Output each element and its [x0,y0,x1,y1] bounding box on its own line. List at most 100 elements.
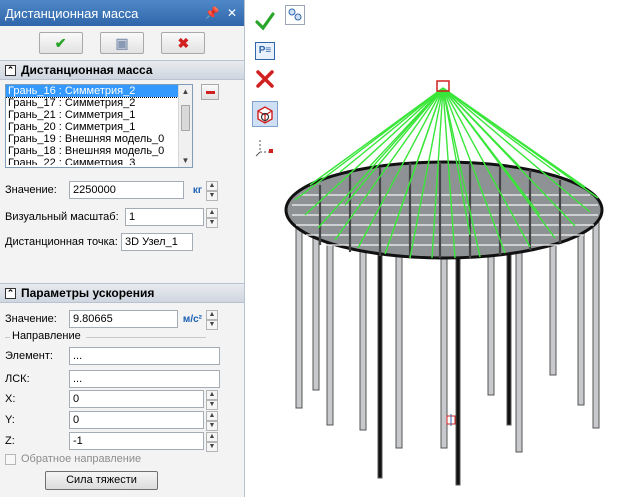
scroll-up-icon[interactable]: ▲ [179,85,192,98]
scroll-down-icon[interactable]: ▼ [179,154,192,167]
face-list[interactable]: Грань_16 : Симметрия_2 Грань_17 : Симмет… [5,84,193,168]
preview-icon: ▣ [115,34,129,51]
element-input[interactable]: ... [69,347,220,365]
mass-unit: кг [192,184,202,196]
x-row: X: 0 ▲ ▼ [5,390,218,410]
node-marker-icon [446,414,456,426]
reverse-row: Обратное направление [5,453,141,465]
apply-tool-button[interactable] [252,8,278,34]
vertical-toolbar: P≡ [250,0,281,170]
pin-icon[interactable]: 📌 [204,6,220,20]
panel-title: Дистанционная масса [5,5,139,21]
scale-spinner[interactable]: ▲ ▼ [206,208,218,228]
y-row: Y: 0 ▲ ▼ [5,411,218,431]
x-input[interactable]: 0 [69,390,204,408]
y-label: Y: [5,414,15,426]
spin-down-icon[interactable]: ▼ [206,400,218,410]
check-icon: ✔ [54,34,67,51]
accel-value-row: Значение: 9.80665 м/с² ▲ ▼ [5,310,218,330]
spin-down-icon[interactable]: ▼ [206,191,218,201]
mass-spinner[interactable]: ▲ ▼ [206,181,218,201]
close-icon[interactable]: ✕ [224,6,240,20]
direction-group-label: Направление [12,330,81,342]
y-spinner[interactable]: ▲ ▼ [206,411,218,431]
accel-spinner[interactable]: ▲ ▼ [206,310,218,330]
list-scrollbar[interactable]: ▲ ▼ [178,85,192,167]
z-input[interactable]: -1 [69,432,204,450]
report-tool-button[interactable]: P≡ [252,38,278,64]
list-item[interactable]: Грань_17 : Симметрия_2 [6,97,192,109]
select-cube-button[interactable] [252,101,278,127]
cube-icon [257,106,273,124]
minus-icon [205,90,215,94]
element-label: Элемент: [5,350,53,362]
scroll-thumb[interactable] [181,105,190,131]
panel-titlebar: Дистанционная масса 📌 ✕ [0,0,244,26]
list-item[interactable]: Грань_18 : Внешняя модель_0 [6,145,192,157]
axes-icon [255,140,273,157]
cancel-button[interactable]: ✖ [161,32,206,54]
list-item[interactable]: Грань_16 : Симметрия_2 [6,85,192,98]
spin-down-icon[interactable]: ▼ [206,320,218,330]
section-acceleration[interactable]: ⌃ Параметры ускорения [0,283,244,303]
lsk-row: ЛСК: ... [5,370,220,388]
section-title: Параметры ускорения [21,286,155,300]
group-divider [5,337,10,338]
remote-point-label: Дистанционная точка: [5,236,118,248]
mass-value-row: Значение: 2250000 кг ▲ ▼ [5,181,218,201]
x-spinner[interactable]: ▲ ▼ [206,390,218,410]
remote-point-row: Дистанционная точка: 3D Узел_1 [5,233,193,251]
spin-up-icon[interactable]: ▲ [206,310,218,320]
ok-button[interactable]: ✔ [38,32,83,54]
cancel-tool-button[interactable] [252,66,278,92]
remote-point-input[interactable]: 3D Узел_1 [121,233,193,251]
z-row: Z: -1 ▲ ▼ [5,432,218,452]
accel-value-label: Значение: [5,313,57,325]
spin-up-icon[interactable]: ▲ [206,432,218,442]
x-icon [256,70,274,88]
scale-label: Визуальный масштаб: [5,211,119,223]
x-icon: ✖ [177,34,190,51]
element-row: Элемент: ... [5,347,220,365]
spin-up-icon[interactable]: ▲ [206,181,218,191]
mass-value-label: Значение: [5,184,57,196]
gravity-button[interactable]: Сила тяжести [45,471,158,490]
app-root: Дистанционная масса 📌 ✕ ✔ ▣ ✖ ⌃ Дистанци… [0,0,619,497]
scale-input[interactable]: 1 [125,208,204,226]
remove-face-button[interactable] [201,84,219,100]
z-label: Z: [5,435,15,447]
list-item[interactable]: Грань_19 : Внешняя модель_0 [6,133,192,145]
collapse-icon[interactable]: ⌃ [5,64,16,76]
model-viewport[interactable] [282,0,619,497]
reverse-label: Обратное направление [21,453,142,465]
report-icon: P≡ [255,42,275,60]
lsk-input[interactable]: ... [69,370,220,388]
property-panel: Дистанционная масса 📌 ✕ ✔ ▣ ✖ ⌃ Дистанци… [0,0,245,497]
reverse-checkbox[interactable] [5,453,16,465]
x-label: X: [5,393,16,405]
section-remote-mass[interactable]: ⌃ Дистанционная масса [0,60,244,80]
group-divider [86,337,206,338]
section-title: Дистанционная масса [21,63,153,77]
y-input[interactable]: 0 [69,411,204,429]
check-icon [255,12,275,31]
axes-tool-button[interactable] [252,134,278,160]
collapse-icon[interactable]: ⌃ [5,287,16,299]
list-item[interactable]: Грань_22 : Симметрия_3 [6,157,192,165]
spin-up-icon[interactable]: ▲ [206,208,218,218]
z-spinner[interactable]: ▲ ▼ [206,432,218,452]
spin-down-icon[interactable]: ▼ [206,442,218,452]
accel-value-input[interactable]: 9.80665 [69,310,178,328]
spin-down-icon[interactable]: ▼ [206,218,218,228]
scale-row: Визуальный масштаб: 1 ▲ ▼ [5,208,218,228]
action-buttons: ✔ ▣ ✖ [0,26,244,60]
list-item[interactable]: Грань_20 : Симметрия_1 [6,121,192,133]
spin-up-icon[interactable]: ▲ [206,411,218,421]
lsk-label: ЛСК: [5,373,30,385]
preview-button[interactable]: ▣ [99,32,144,54]
spin-up-icon[interactable]: ▲ [206,390,218,400]
list-item[interactable]: Грань_21 : Симметрия_1 [6,109,192,121]
mass-value-input[interactable]: 2250000 [69,181,184,199]
accel-unit: м/с² [182,313,202,325]
spin-down-icon[interactable]: ▼ [206,421,218,431]
